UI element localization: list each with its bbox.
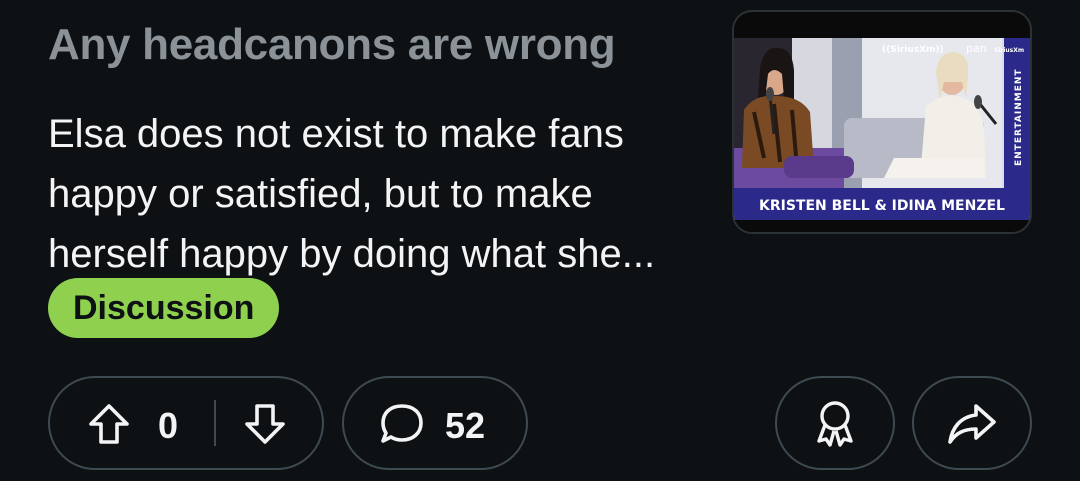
side-label: ENTERTAINMENT bbox=[1014, 68, 1024, 166]
downvote-icon[interactable] bbox=[242, 401, 288, 447]
comment-icon bbox=[378, 400, 426, 448]
vote-count: 0 bbox=[158, 405, 179, 446]
brand-left-text: ((SiriusXm)) bbox=[882, 45, 944, 55]
comment-count: 52 bbox=[445, 405, 486, 446]
flair-badge[interactable]: Discussion bbox=[48, 278, 280, 338]
brand-right-text: SiriusXm bbox=[994, 47, 1024, 54]
thumbnail-image: ((SiriusXm)) pan SiriusXm ENTERTAINMENT … bbox=[734, 38, 1030, 220]
post-body-preview[interactable]: Elsa does not exist to make fans happy o… bbox=[48, 104, 708, 284]
share-button[interactable] bbox=[912, 376, 1032, 470]
brand-mid-text: pan bbox=[966, 42, 987, 55]
upvote-icon[interactable] bbox=[86, 401, 132, 447]
vote-divider bbox=[214, 400, 216, 446]
thumbnail-caption: KRISTEN BELL & IDINA MENZEL bbox=[759, 198, 1005, 214]
award-button[interactable] bbox=[775, 376, 895, 470]
post-title[interactable]: Any headcanons are wrong bbox=[48, 20, 616, 70]
comments-button[interactable]: 52 bbox=[342, 376, 528, 470]
share-icon bbox=[946, 400, 998, 446]
award-icon bbox=[812, 398, 858, 448]
post-thumbnail[interactable]: ((SiriusXm)) pan SiriusXm ENTERTAINMENT … bbox=[732, 10, 1032, 234]
vote-bar: 0 bbox=[48, 376, 324, 470]
